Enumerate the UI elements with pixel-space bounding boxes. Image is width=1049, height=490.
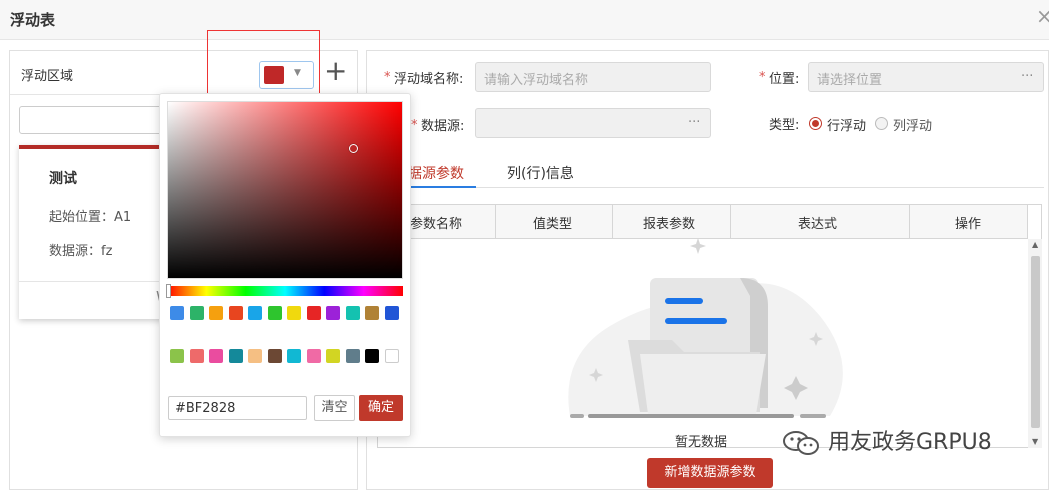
color-swatch[interactable] xyxy=(326,349,340,363)
color-swatch[interactable] xyxy=(209,349,223,363)
float-area-card[interactable] xyxy=(19,145,169,319)
position-label: 位置: xyxy=(769,72,800,87)
float-area-title: 浮动区域 xyxy=(21,69,74,84)
color-swatch[interactable] xyxy=(345,349,360,363)
col-header-param-name: 参数名称 xyxy=(410,217,463,232)
add-data-source-param-button[interactable]: 新增数据源参数 xyxy=(647,458,773,488)
required-mark: * xyxy=(384,70,391,85)
dialog-title: 浮动表 xyxy=(10,11,56,29)
hex-color-input[interactable] xyxy=(168,396,307,420)
empty-folder-icon xyxy=(568,238,843,418)
card-name: 测试 xyxy=(49,171,77,187)
card-data-source: 数据源：fz xyxy=(49,244,113,259)
position-input[interactable]: 请选择位置 ··· xyxy=(808,62,1044,92)
color-swatch[interactable] xyxy=(267,349,282,363)
card-divider xyxy=(19,281,169,282)
color-swatch[interactable] xyxy=(228,306,243,320)
float-area-search-input[interactable] xyxy=(19,106,169,134)
position-placeholder: 请选择位置 xyxy=(817,73,883,88)
close-icon[interactable]: × xyxy=(1036,6,1049,26)
empty-state-text: 暂无数据 xyxy=(675,435,728,450)
clear-color-button[interactable]: 清空 xyxy=(314,395,355,421)
color-swatch[interactable] xyxy=(306,306,321,320)
color-swatch[interactable] xyxy=(306,349,321,363)
col-divider xyxy=(495,205,496,239)
color-swatch[interactable] xyxy=(345,306,360,320)
saturation-cursor[interactable] xyxy=(349,144,358,153)
name-label: 浮动域名称: xyxy=(394,72,464,87)
radio-row-float[interactable] xyxy=(809,117,822,130)
col-header-expression: 表达式 xyxy=(798,217,838,232)
scroll-down-icon[interactable]: ▼ xyxy=(1032,437,1038,446)
color-swatch[interactable] xyxy=(228,349,243,363)
color-swatch[interactable] xyxy=(287,306,301,320)
tab-column-info[interactable]: 列(行)信息 xyxy=(507,163,574,183)
color-swatch[interactable] xyxy=(189,306,204,320)
radio-col-float[interactable] xyxy=(875,117,888,130)
wechat-icon xyxy=(783,431,819,455)
col-divider xyxy=(612,205,613,239)
col-divider xyxy=(730,205,731,239)
plus-icon[interactable]: + xyxy=(324,56,347,86)
scroll-up-icon[interactable]: ▲ xyxy=(1032,240,1038,249)
color-swatch[interactable] xyxy=(170,349,184,363)
card-start-position: 起始位置：A1 xyxy=(49,210,132,225)
color-swatch[interactable] xyxy=(209,306,223,320)
watermark-text: 用友政务GRPU8 xyxy=(828,430,992,455)
hue-slider-thumb[interactable] xyxy=(166,284,171,298)
color-swatch[interactable] xyxy=(248,349,262,363)
annotation-highlight-box xyxy=(207,30,320,101)
color-swatch[interactable] xyxy=(189,349,204,363)
col-header-actions: 操作 xyxy=(955,217,982,232)
required-mark: * xyxy=(759,70,766,85)
hue-slider[interactable] xyxy=(167,286,403,296)
radio-col-float-label[interactable]: 列浮动 xyxy=(893,115,932,134)
ellipsis-icon[interactable]: ··· xyxy=(688,115,700,130)
radio-row-float-label[interactable]: 行浮动 xyxy=(827,115,866,134)
color-swatch[interactable] xyxy=(384,349,399,363)
name-input[interactable]: 请输入浮动域名称 xyxy=(475,62,711,92)
table-header xyxy=(378,205,1028,239)
source-label: 数据源: xyxy=(421,119,465,134)
name-placeholder: 请输入浮动域名称 xyxy=(484,73,589,88)
color-swatch[interactable] xyxy=(326,306,340,320)
color-swatch[interactable] xyxy=(170,306,184,320)
tab-bar xyxy=(378,187,1044,188)
color-swatch[interactable] xyxy=(248,306,262,320)
color-swatch[interactable] xyxy=(287,349,301,363)
color-swatch[interactable] xyxy=(365,306,379,320)
dialog-titlebar xyxy=(0,0,1049,40)
color-swatch[interactable] xyxy=(267,306,282,320)
color-swatch[interactable] xyxy=(365,349,379,363)
col-header-report-param: 报表参数 xyxy=(643,217,696,232)
ellipsis-icon[interactable]: ··· xyxy=(1021,69,1033,84)
confirm-color-button[interactable]: 确定 xyxy=(359,395,403,421)
col-divider xyxy=(1027,205,1028,239)
scrollbar-thumb[interactable] xyxy=(1031,256,1040,428)
type-label: 类型: xyxy=(769,118,800,133)
tab-data-source-params[interactable]: 据源参数 xyxy=(408,163,464,183)
required-mark: * xyxy=(411,118,418,133)
col-header-value-type: 值类型 xyxy=(533,217,573,232)
col-divider xyxy=(909,205,910,239)
color-swatch[interactable] xyxy=(384,306,399,320)
source-input[interactable]: ··· xyxy=(475,108,711,138)
saturation-value-area[interactable] xyxy=(167,101,403,279)
